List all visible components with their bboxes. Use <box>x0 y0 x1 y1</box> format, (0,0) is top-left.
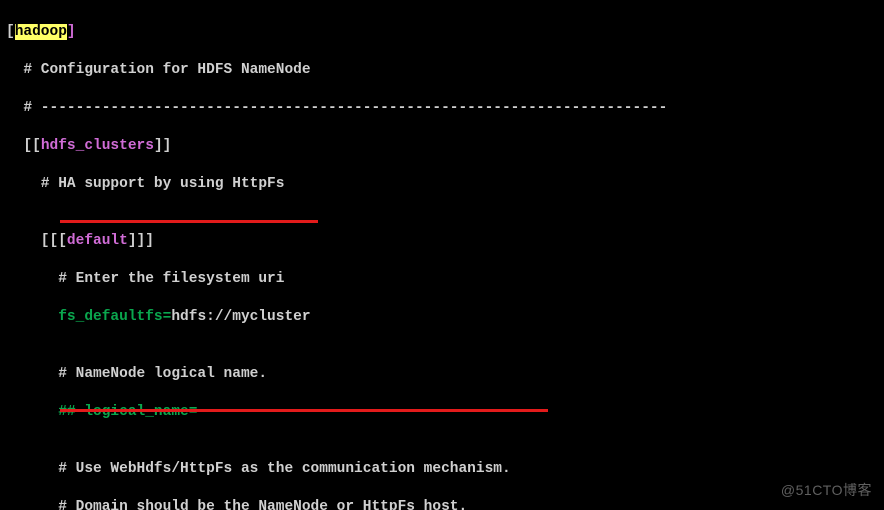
terminal-viewport[interactable]: [hadoop] # Configuration for HDFS NameNo… <box>0 0 884 510</box>
section-default: [[[default]]] <box>6 232 878 251</box>
comment-line: # --------------------------------------… <box>6 99 878 118</box>
annotation-underline <box>60 409 548 412</box>
comment-line: # HA support by using HttpFs <box>6 175 878 194</box>
comment-line: # Domain should be the NameNode or HttpF… <box>6 498 878 510</box>
comment-line: # Use WebHdfs/HttpFs as the communicatio… <box>6 460 878 479</box>
comment-line: # Enter the filesystem uri <box>6 270 878 289</box>
comment-line: # NameNode logical name. <box>6 365 878 384</box>
annotation-underline <box>60 220 318 223</box>
hashed-logical-name: ## logical_name= <box>6 403 878 422</box>
kv-fs-defaultfs: fs_defaultfs=hdfs://mycluster <box>6 308 878 327</box>
section-hdfs-clusters: [[hdfs_clusters]] <box>6 137 878 156</box>
watermark: @51CTO博客 <box>781 481 872 500</box>
comment-line: # Configuration for HDFS NameNode <box>6 61 878 80</box>
section-header: [hadoop] <box>6 24 76 40</box>
